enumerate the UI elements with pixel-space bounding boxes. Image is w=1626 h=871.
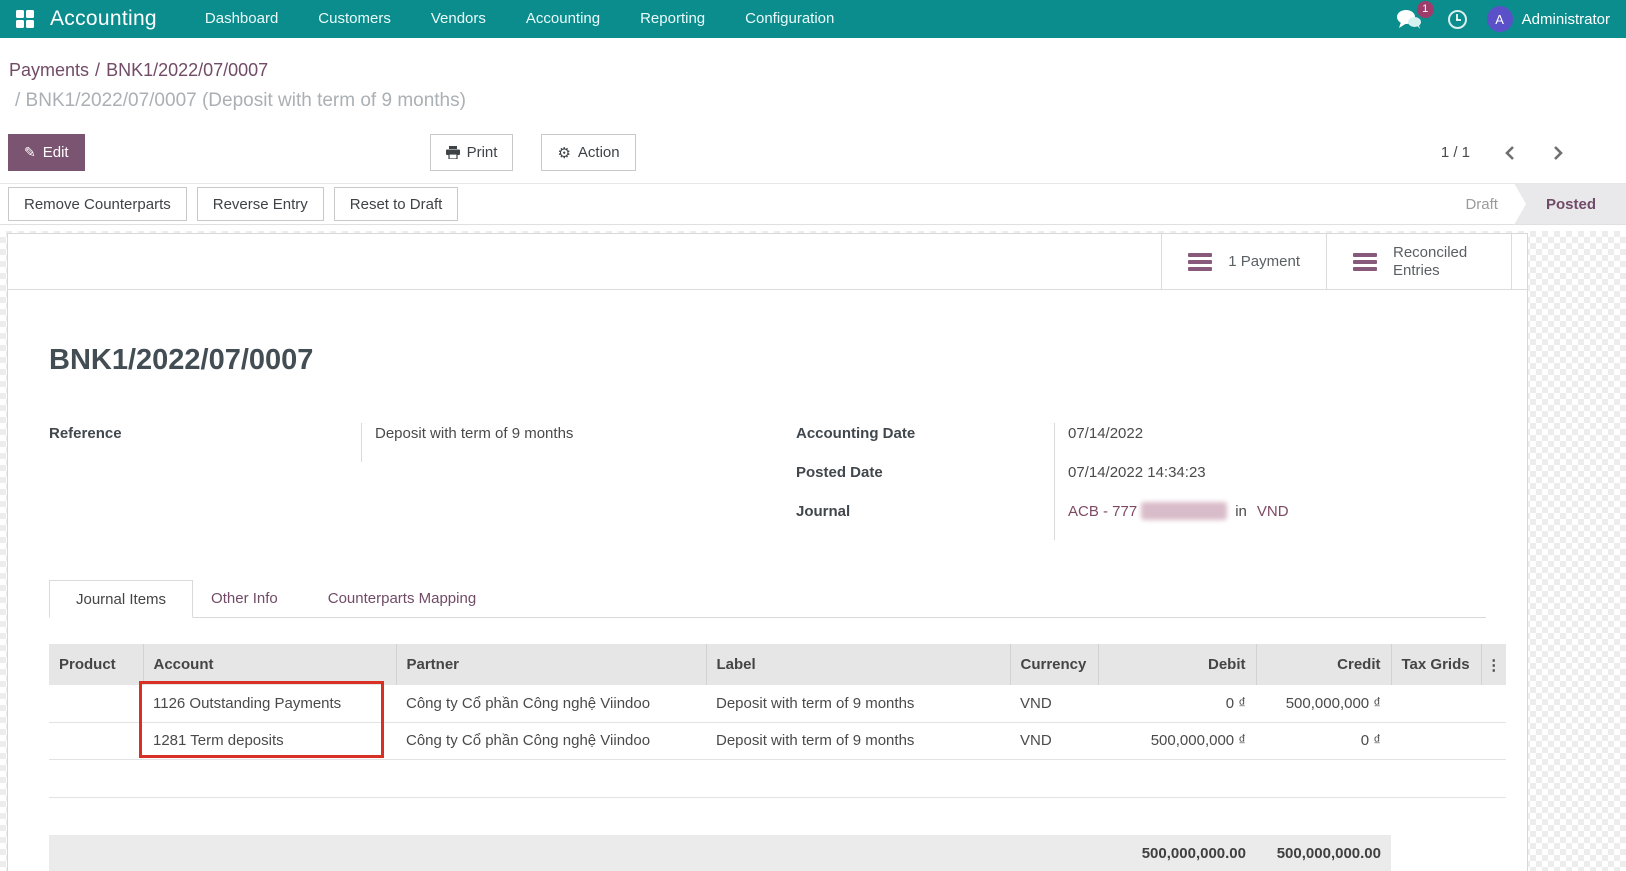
currency-link[interactable]: VND [1257, 501, 1289, 523]
nav-item-configuration[interactable]: Configuration [725, 0, 854, 38]
field-groups: Reference Deposit with term of 9 months … [49, 423, 1486, 540]
record-title: BNK1/2022/07/0007 [49, 344, 1527, 377]
tab-counterparts-mapping[interactable]: Counterparts Mapping [310, 580, 494, 617]
remove-counterparts-button[interactable]: Remove Counterparts [8, 187, 187, 221]
cell-partner: Công ty Cổ phần Công nghệ Viindoo [396, 722, 706, 759]
col-header-credit[interactable]: Credit [1256, 644, 1391, 685]
reconciled-entries-stat-button[interactable]: Reconciled Entries [1326, 234, 1512, 289]
reset-to-draft-button[interactable]: Reset to Draft [334, 187, 459, 221]
cell-debit: 500,000,000 ₫ [1098, 722, 1256, 759]
action-button[interactable]: ⚙ Action [541, 134, 635, 171]
journal-items-table-wrap: Product Account Partner Label Currency D… [49, 644, 1527, 871]
table-row[interactable]: 1281 Term deposits Công ty Cổ phần Công … [49, 722, 1506, 759]
payments-stat-button[interactable]: 1 Payment [1161, 234, 1326, 289]
printer-icon [446, 146, 460, 159]
edit-button[interactable]: ✎ Edit [8, 134, 85, 171]
col-header-debit[interactable]: Debit [1098, 644, 1256, 685]
cell-label: Deposit with term of 9 months [706, 685, 1010, 722]
optional-columns-icon[interactable]: ⋮ [1481, 644, 1506, 685]
journal-link[interactable]: ACB - 777 [1068, 501, 1137, 523]
pager-next-icon[interactable] [1551, 145, 1564, 161]
nav-item-dashboard[interactable]: Dashboard [185, 0, 298, 38]
status-step-draft[interactable]: Draft [1449, 184, 1514, 224]
empty-table-row [49, 759, 1506, 797]
col-header-partner[interactable]: Partner [396, 644, 706, 685]
cell-currency: VND [1010, 722, 1098, 759]
table-row[interactable]: 1126 Outstanding Payments Công ty Cổ phầ… [49, 685, 1506, 722]
accounting-date-value: 07/14/2022 [1068, 423, 1486, 462]
posted-date-label: Posted Date [796, 462, 1054, 501]
reverse-entry-button[interactable]: Reverse Entry [197, 187, 324, 221]
totals-row: 500,000,000.00 500,000,000.00 [49, 835, 1506, 871]
breadcrumb-payments-link[interactable]: Payments [9, 60, 89, 80]
pager-count: 1 / 1 [1441, 144, 1470, 161]
total-debit: 500,000,000.00 [1098, 835, 1256, 871]
nav-item-customers[interactable]: Customers [298, 0, 411, 38]
notebook-tabs: Journal Items Other Info Counterparts Ma… [49, 580, 1486, 618]
cell-label: Deposit with term of 9 months [706, 722, 1010, 759]
total-credit: 500,000,000.00 [1256, 835, 1391, 871]
nav-item-vendors[interactable]: Vendors [411, 0, 506, 38]
cell-credit: 0 ₫ [1256, 722, 1391, 759]
breadcrumb-separator: / [89, 60, 106, 80]
cell-partner: Công ty Cổ phần Công nghệ Viindoo [396, 685, 706, 722]
cell-currency: VND [1010, 685, 1098, 722]
apps-grid-icon[interactable] [16, 10, 34, 28]
table-spacer [49, 797, 1506, 835]
nav-item-accounting[interactable]: Accounting [506, 0, 620, 38]
journal-connector: in [1235, 501, 1247, 523]
status-step-posted[interactable]: Posted [1514, 184, 1626, 224]
col-header-account[interactable]: Account [143, 644, 396, 685]
nav-item-reporting[interactable]: Reporting [620, 0, 725, 38]
breadcrumb: Payments/BNK1/2022/07/0007 / BNK1/2022/0… [0, 38, 1626, 128]
journal-label: Journal [796, 501, 1054, 540]
cell-product [49, 685, 143, 722]
unread-count-badge: 1 [1417, 1, 1434, 18]
activities-clock-icon[interactable] [1448, 10, 1467, 29]
user-menu[interactable]: A Administrator [1487, 6, 1610, 32]
form-sheet: 1 Payment Reconciled Entries BNK1/2022/0… [7, 233, 1528, 871]
reconciled-entries-icon [1353, 253, 1377, 271]
form-statusbar: Remove Counterparts Reverse Entry Reset … [0, 183, 1626, 225]
pencil-icon: ✎ [24, 144, 36, 161]
cell-account: 1281 Term deposits [143, 722, 396, 759]
redacted-account-number [1141, 502, 1227, 520]
cell-tax-grids [1391, 722, 1481, 759]
tab-other-info[interactable]: Other Info [193, 580, 296, 617]
form-view-background: 1 Payment Reconciled Entries BNK1/2022/0… [0, 231, 1626, 871]
cell-credit: 500,000,000 ₫ [1256, 685, 1391, 722]
user-name: Administrator [1522, 11, 1610, 28]
cell-product [49, 722, 143, 759]
app-brand[interactable]: Accounting [50, 7, 157, 31]
reference-value: Deposit with term of 9 months [375, 423, 796, 462]
breadcrumb-record-link[interactable]: BNK1/2022/07/0007 [106, 60, 268, 80]
control-panel: ✎ Edit Print ⚙ Action 1 / 1 [0, 128, 1626, 183]
col-header-label[interactable]: Label [706, 644, 1010, 685]
cell-debit: 0 ₫ [1098, 685, 1256, 722]
top-navbar: Accounting Dashboard Customers Vendors A… [0, 0, 1626, 38]
cell-account: 1126 Outstanding Payments [143, 685, 396, 722]
reference-label: Reference [49, 423, 361, 462]
posted-date-value: 07/14/2022 14:34:23 [1068, 462, 1486, 501]
avatar: A [1487, 6, 1513, 32]
cell-tax-grids [1391, 685, 1481, 722]
status-arrow [1514, 183, 1526, 225]
journal-items-table: Product Account Partner Label Currency D… [49, 644, 1506, 871]
col-header-tax-grids[interactable]: Tax Grids [1391, 644, 1481, 685]
breadcrumb-current: / BNK1/2022/07/0007 (Deposit with term o… [9, 90, 1626, 112]
print-button[interactable]: Print [430, 134, 514, 171]
stat-button-box: 1 Payment Reconciled Entries [8, 234, 1527, 290]
gear-icon: ⚙ [557, 144, 570, 162]
col-header-currency[interactable]: Currency [1010, 644, 1098, 685]
col-header-product[interactable]: Product [49, 644, 143, 685]
journal-entries-icon [1188, 253, 1212, 271]
accounting-date-label: Accounting Date [796, 423, 1054, 462]
table-header-row: Product Account Partner Label Currency D… [49, 644, 1506, 685]
pager-previous-icon[interactable] [1504, 145, 1517, 161]
tab-journal-items[interactable]: Journal Items [49, 580, 193, 618]
messages-icon[interactable]: 1 [1396, 9, 1428, 29]
